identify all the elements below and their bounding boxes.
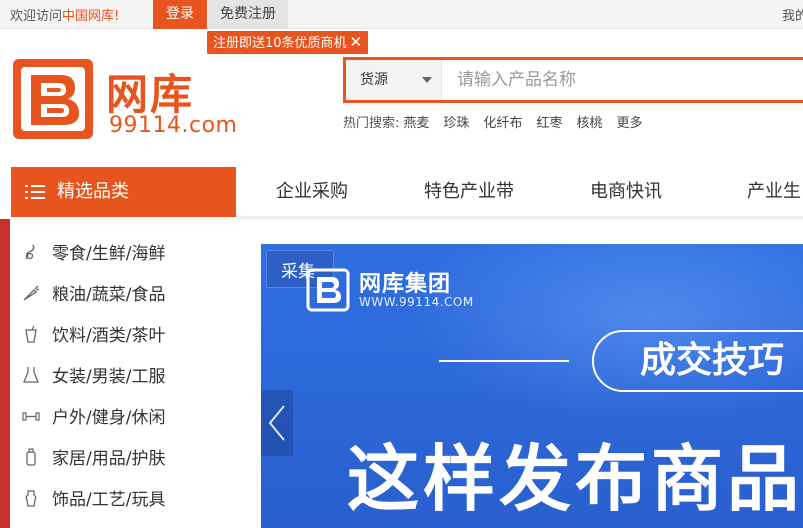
drink-icon — [25, 325, 37, 343]
dress-icon — [23, 367, 39, 383]
login-button[interactable]: 登录 — [153, 0, 207, 29]
decorative-edge — [0, 219, 10, 528]
sidebar-item-snacks[interactable]: 零食/生鲜/海鲜 — [10, 231, 236, 272]
category-sidebar: 零食/生鲜/海鲜 粮油/蔬菜/食品 饮料/酒类/茶叶 女装/男装/工服 户外/健… — [10, 219, 236, 528]
hot-keyword[interactable]: 珍珠 — [443, 116, 469, 131]
hot-keyword-more[interactable]: 更多 — [616, 116, 642, 131]
close-icon[interactable]: ✕ — [350, 33, 363, 51]
carrot-icon — [23, 285, 40, 301]
sidebar-item-grain[interactable]: 粮油/蔬菜/食品 — [10, 272, 236, 313]
nav-item-industry[interactable]: 产业生 — [747, 167, 801, 217]
search-input[interactable] — [443, 60, 803, 100]
nav-item-procurement[interactable]: 企业采购 — [276, 167, 348, 217]
banner-brand: 网库集团 — [359, 272, 452, 297]
sidebar-item-label: 女装/男装/工服 — [52, 367, 166, 387]
banner-prev-button[interactable] — [261, 390, 293, 456]
site-logo[interactable]: 网库 99114.com — [11, 55, 238, 143]
nav-divider — [236, 216, 803, 219]
banner-pill: 成交技巧 — [592, 330, 803, 392]
category-menu-title: 精选品类 — [57, 181, 129, 202]
hot-search-label: 热门搜索: — [343, 116, 400, 131]
caret-down-icon — [422, 77, 432, 83]
sidebar-item-accessories[interactable]: 饰品/工艺/玩具 — [10, 477, 236, 518]
sidebar-item-label: 户外/健身/休闲 — [52, 408, 166, 428]
sidebar-item-label: 饮料/酒类/茶叶 — [52, 326, 166, 346]
register-button[interactable]: 免费注册 — [208, 0, 288, 29]
logo-b-icon — [13, 59, 93, 139]
sidebar-item-clothing[interactable]: 女装/男装/工服 — [10, 354, 236, 395]
chevron-left-icon — [268, 405, 285, 441]
banner-logo-icon — [306, 268, 350, 312]
list-menu-icon — [25, 185, 45, 199]
search-category-label: 货源 — [360, 72, 388, 88]
sidebar-item-outdoor[interactable]: 户外/健身/休闲 — [10, 395, 236, 436]
sidebar-item-drinks[interactable]: 饮料/酒类/茶叶 — [10, 313, 236, 354]
snack-icon — [25, 244, 35, 260]
ornament-icon — [25, 490, 37, 507]
sidebar-item-label: 粮油/蔬菜/食品 — [52, 285, 166, 305]
register-promo-tooltip: 注册即送10条优质商机 ✕ — [207, 31, 369, 54]
hot-keyword[interactable]: 化纤布 — [483, 116, 522, 131]
promo-text: 注册即送10条优质商机 — [213, 36, 347, 51]
bottle-icon — [26, 448, 36, 466]
search-category-select[interactable]: 货源 — [346, 60, 442, 100]
hot-keyword[interactable]: 红枣 — [536, 116, 562, 131]
sidebar-item-label: 零食/生鲜/海鲜 — [52, 244, 166, 264]
sidebar-item-label: 饰品/工艺/玩具 — [52, 490, 166, 510]
welcome-text: 欢迎访问中国网库! — [10, 5, 119, 24]
nav-item-ecommerce-news[interactable]: 电商快讯 — [590, 167, 662, 217]
banner-divider — [439, 360, 569, 362]
search-bar: 货源 — [343, 57, 803, 103]
top-bar: 欢迎访问中国网库! 登录 免费注册 我的 — [0, 0, 803, 29]
nav-item-industry-belt[interactable]: 特色产业带 — [424, 167, 514, 217]
hero-banner[interactable]: 采集 网库集团 WWW.99114.COM 成交技巧 这样发布商品 — [261, 244, 803, 528]
hot-keyword[interactable]: 核桃 — [576, 116, 602, 131]
hot-searches: 热门搜索: 燕麦 珍珠 化纤布 红枣 核桃 更多 — [343, 112, 642, 131]
my-account-link[interactable]: 我的 — [782, 5, 803, 24]
main-nav: 企业采购 特色产业带 电商快讯 产业生 — [236, 167, 803, 217]
logo-domain: 99114.com — [109, 113, 238, 138]
category-menu-header[interactable]: 精选品类 — [11, 167, 236, 217]
banner-headline: 这样发布商品 — [347, 437, 803, 521]
sidebar-item-home[interactable]: 家居/用品/护肤 — [10, 436, 236, 477]
dumbbell-icon — [22, 412, 40, 421]
welcome-label: 欢迎访问 — [10, 9, 63, 24]
hot-keyword[interactable]: 燕麦 — [403, 116, 429, 131]
banner-url: WWW.99114.COM — [359, 295, 474, 309]
site-name[interactable]: 中国网库! — [62, 9, 119, 24]
sidebar-item-label: 家居/用品/护肤 — [52, 449, 166, 469]
